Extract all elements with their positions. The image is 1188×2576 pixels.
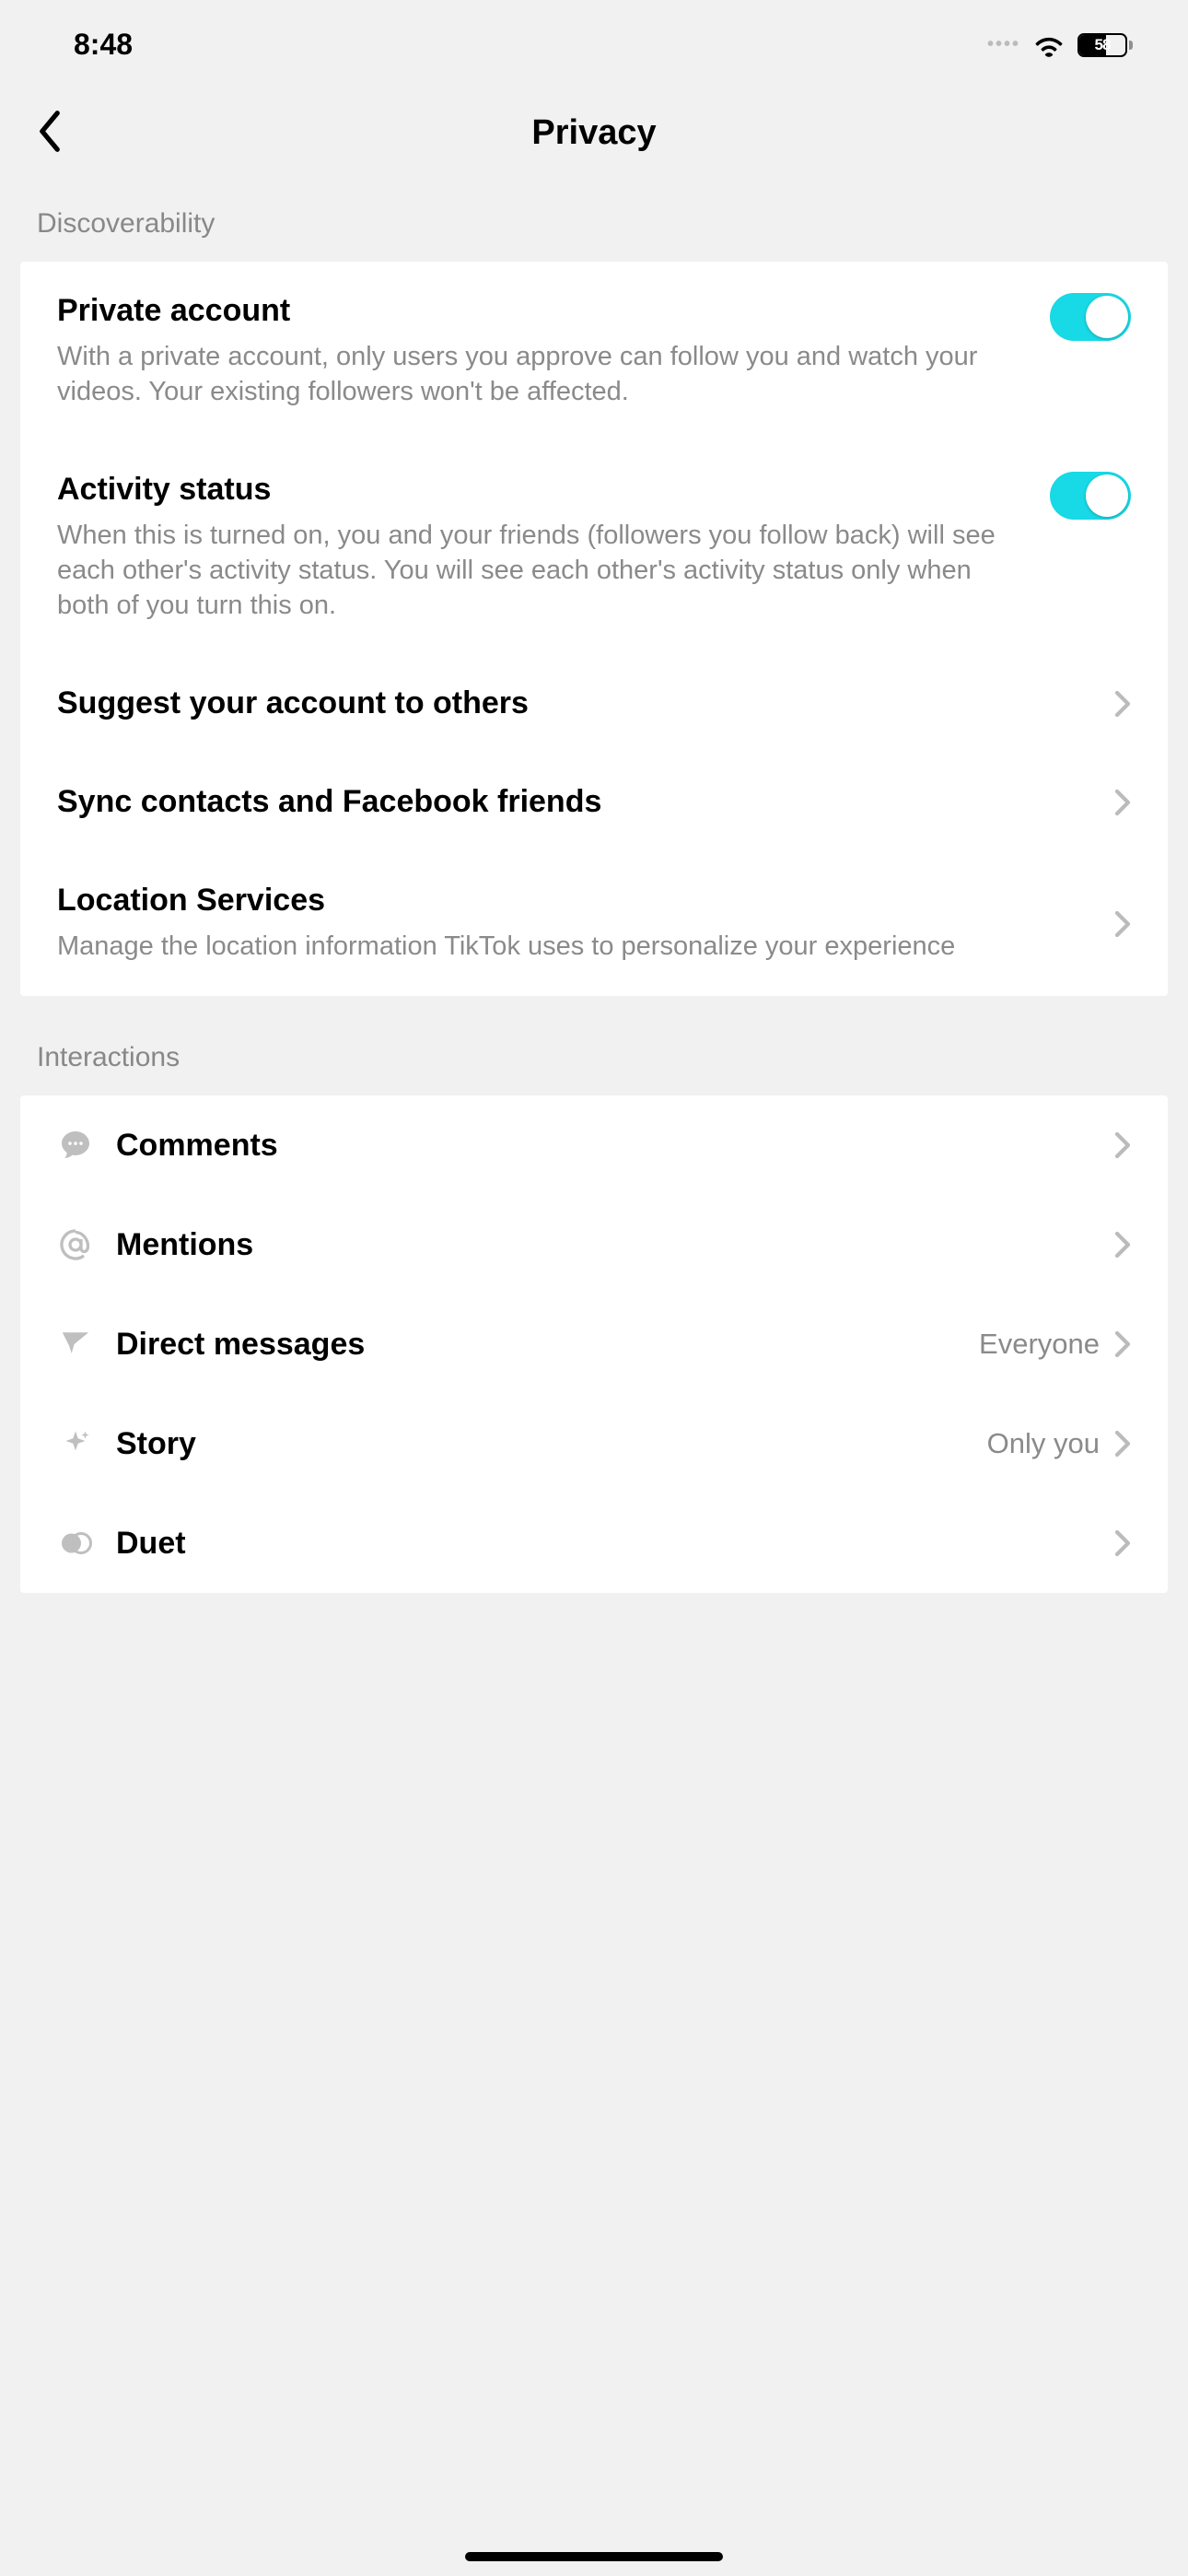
at-icon bbox=[57, 1226, 94, 1263]
chevron-right-icon bbox=[1114, 690, 1131, 718]
battery-icon: 58 bbox=[1077, 33, 1133, 57]
row-private-account: Private account With a private account, … bbox=[20, 262, 1168, 440]
dm-value: Everyone bbox=[979, 1328, 1100, 1361]
page-title: Privacy bbox=[531, 113, 656, 153]
comments-title: Comments bbox=[116, 1128, 1114, 1164]
chevron-right-icon bbox=[1114, 1430, 1131, 1458]
chevron-right-icon bbox=[1114, 789, 1131, 816]
send-icon bbox=[57, 1326, 94, 1363]
row-location-services[interactable]: Location Services Manage the location in… bbox=[20, 851, 1168, 996]
row-comments[interactable]: Comments bbox=[20, 1095, 1168, 1195]
row-sync-contacts[interactable]: Sync contacts and Facebook friends bbox=[20, 753, 1168, 851]
signal-dots-icon: •••• bbox=[987, 34, 1020, 55]
home-indicator[interactable] bbox=[465, 2552, 723, 2561]
chevron-right-icon bbox=[1114, 1330, 1131, 1358]
suggest-account-title: Suggest your account to others bbox=[57, 685, 1114, 721]
status-right: •••• 58 bbox=[987, 33, 1133, 57]
duet-title: Duet bbox=[116, 1526, 1114, 1562]
duet-icon bbox=[57, 1525, 94, 1562]
sparkle-icon bbox=[57, 1425, 94, 1462]
activity-status-title: Activity status bbox=[57, 472, 1031, 508]
back-button[interactable] bbox=[37, 110, 63, 157]
private-account-desc: With a private account, only users you a… bbox=[57, 340, 1031, 409]
row-story[interactable]: Story Only you bbox=[20, 1394, 1168, 1493]
activity-status-desc: When this is turned on, you and your fri… bbox=[57, 519, 1031, 623]
row-suggest-account[interactable]: Suggest your account to others bbox=[20, 654, 1168, 753]
location-services-title: Location Services bbox=[57, 883, 1114, 919]
row-activity-status: Activity status When this is turned on, … bbox=[20, 440, 1168, 654]
private-account-title: Private account bbox=[57, 293, 1031, 329]
row-mentions[interactable]: Mentions bbox=[20, 1195, 1168, 1294]
chevron-left-icon bbox=[37, 110, 63, 152]
dm-title: Direct messages bbox=[116, 1327, 979, 1363]
section-header-interactions: Interactions bbox=[0, 996, 1188, 1095]
sync-contacts-title: Sync contacts and Facebook friends bbox=[57, 784, 1114, 820]
row-direct-messages[interactable]: Direct messages Everyone bbox=[20, 1294, 1168, 1394]
chevron-right-icon bbox=[1114, 1131, 1131, 1159]
activity-status-toggle[interactable] bbox=[1050, 472, 1131, 520]
status-time: 8:48 bbox=[74, 28, 133, 62]
status-bar: 8:48 •••• 58 bbox=[0, 0, 1188, 80]
comment-icon bbox=[57, 1127, 94, 1164]
mentions-title: Mentions bbox=[116, 1227, 1114, 1263]
chevron-right-icon bbox=[1114, 1529, 1131, 1557]
discoverability-card: Private account With a private account, … bbox=[20, 262, 1168, 996]
story-title: Story bbox=[116, 1426, 987, 1462]
nav-bar: Privacy bbox=[0, 80, 1188, 186]
chevron-right-icon bbox=[1114, 1231, 1131, 1259]
private-account-toggle[interactable] bbox=[1050, 293, 1131, 341]
location-services-desc: Manage the location information TikTok u… bbox=[57, 930, 1114, 965]
row-duet[interactable]: Duet bbox=[20, 1493, 1168, 1593]
interactions-card: Comments Mentions Direct messages Everyo… bbox=[20, 1095, 1168, 1593]
wifi-icon bbox=[1033, 33, 1065, 57]
section-header-discoverability: Discoverability bbox=[0, 186, 1188, 262]
story-value: Only you bbox=[987, 1427, 1100, 1460]
chevron-right-icon bbox=[1114, 910, 1131, 938]
